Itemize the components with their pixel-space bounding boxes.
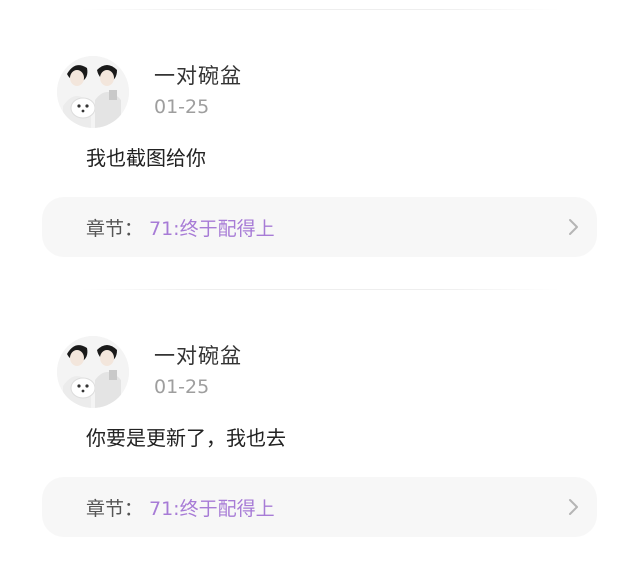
- comment-date: 01-25: [154, 376, 210, 398]
- chapter-title: 71:终于配得上: [149, 218, 275, 240]
- comment-date: 01-25: [154, 96, 210, 118]
- avatar-image: [57, 56, 129, 128]
- chapter-label: 章节：: [86, 218, 144, 240]
- chapter-label: 章节：: [86, 498, 144, 520]
- comment-item: 一对碗盆 01-25 我也截图给你 章节： 71:终于配得上: [0, 0, 640, 280]
- avatar[interactable]: [57, 56, 129, 128]
- comment-list: 一对碗盆 01-25 我也截图给你 章节： 71:终于配得上 一对碗盆 01-2…: [0, 0, 640, 565]
- username[interactable]: 一对碗盆: [154, 60, 242, 90]
- chevron-right-icon: [569, 499, 578, 515]
- chapter-title: 71:终于配得上: [149, 498, 275, 520]
- avatar-image: [57, 336, 129, 408]
- comment-text: 你要是更新了，我也去: [86, 426, 286, 450]
- chapter-link-card[interactable]: 章节： 71:终于配得上: [42, 477, 597, 537]
- avatar[interactable]: [57, 336, 129, 408]
- comment-item: 一对碗盆 01-25 你要是更新了，我也去 章节： 71:终于配得上: [0, 280, 640, 560]
- comment-text: 我也截图给你: [86, 146, 206, 170]
- username[interactable]: 一对碗盆: [154, 340, 242, 370]
- chevron-right-icon: [569, 219, 578, 235]
- chapter-link-card[interactable]: 章节： 71:终于配得上: [42, 197, 597, 257]
